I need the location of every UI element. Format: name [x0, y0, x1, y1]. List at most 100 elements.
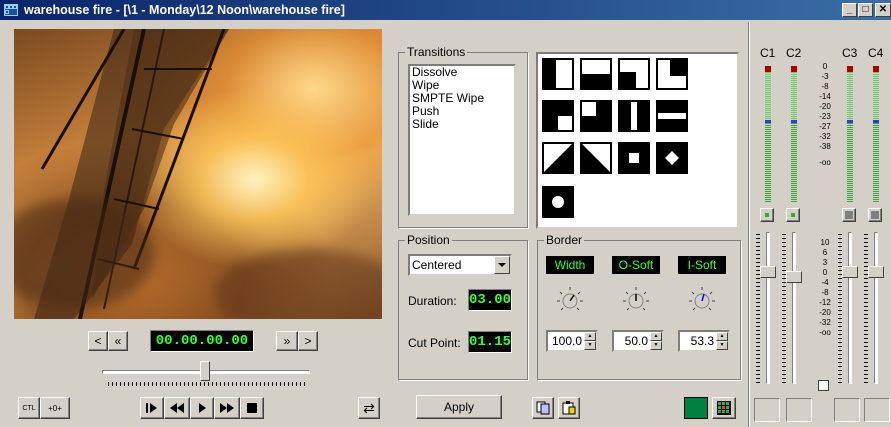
timecode-display: 00.00.00.00	[150, 330, 254, 352]
transition-item-slide[interactable]: Slide	[410, 118, 514, 131]
duration-label: Duration:	[408, 294, 457, 308]
width-spinner[interactable]: 100.0 ▲ ▼	[546, 330, 598, 352]
paste-clip-button[interactable]	[558, 397, 580, 419]
fader-track-c2[interactable]	[792, 232, 796, 384]
ctl-button[interactable]: CTL	[18, 397, 40, 419]
grid-button[interactable]	[712, 397, 736, 419]
fader-c1[interactable]	[760, 266, 776, 278]
rewind-button[interactable]	[164, 397, 190, 419]
channel-c1-label: C1	[760, 46, 776, 60]
channel-c3-slot[interactable]	[834, 398, 860, 422]
isoft-up-icon[interactable]: ▲	[716, 332, 728, 341]
wipe-box-icon[interactable]	[618, 142, 650, 174]
video-preview	[14, 29, 382, 319]
fader-c2[interactable]	[786, 271, 802, 283]
cut-point-label: Cut Point:	[408, 336, 461, 350]
play-icon	[199, 403, 206, 413]
channel-c3-label: C3	[842, 46, 858, 60]
chevron-down-icon[interactable]	[494, 256, 510, 274]
fader-scale-tick: -12	[819, 298, 831, 307]
step-forward-button[interactable]: >	[298, 331, 318, 351]
isoft-knob[interactable]	[688, 286, 716, 314]
cut-point-value[interactable]: 01.15	[468, 331, 512, 353]
fader-c3[interactable]	[842, 266, 858, 278]
wipe-left-half-icon[interactable]	[542, 58, 574, 90]
channel-c2-slot[interactable]	[786, 398, 812, 422]
channel-c4-slot[interactable]	[864, 398, 890, 422]
step-back-button[interactable]: <	[88, 331, 108, 351]
play-from-start-button[interactable]	[140, 397, 164, 419]
wipe-diagonal-bottom-left-icon[interactable]	[542, 142, 574, 174]
osoft-value: 50.0	[624, 334, 648, 348]
width-knob[interactable]	[556, 286, 584, 314]
meter-scale-tick: 0	[822, 62, 828, 71]
meter-scale: 0 -3 -8 -14 -20 -23 -27 -32 -38 -oo	[816, 62, 834, 168]
wipe-diamond-icon[interactable]	[656, 142, 688, 174]
wipe-top-right-corner-icon[interactable]	[656, 58, 688, 90]
osoft-knob[interactable]	[622, 286, 650, 314]
meter-scale-tick: -32	[819, 132, 831, 141]
channel-c2-select[interactable]	[786, 208, 800, 222]
fader-scale-tick: -8	[821, 288, 829, 297]
wipe-pattern-grid	[536, 52, 739, 229]
rewind-start-button[interactable]: «	[108, 331, 128, 351]
osoft-down-icon[interactable]: ▼	[650, 341, 662, 350]
border-group-label: Border	[544, 233, 585, 247]
loop-button[interactable]: ⇄	[358, 397, 380, 419]
channel-c3-select[interactable]	[842, 208, 856, 222]
wipe-horizontal-split-icon[interactable]	[656, 100, 688, 132]
close-button[interactable]: ✕	[875, 3, 891, 17]
osoft-up-icon[interactable]: ▲	[650, 332, 662, 341]
fader-track-c4[interactable]	[874, 232, 878, 384]
scrubber-thumb[interactable]	[200, 361, 210, 381]
apply-button[interactable]: Apply	[416, 395, 502, 419]
channel-c1-select[interactable]	[760, 208, 774, 222]
width-down-icon[interactable]: ▼	[584, 341, 596, 350]
fader-ticks-c3	[838, 234, 842, 384]
wipe-diagonal-bottom-right-icon[interactable]	[580, 142, 612, 174]
channel-c4-select[interactable]	[868, 208, 882, 222]
width-up-icon[interactable]: ▲	[584, 332, 596, 341]
fader-track-c3[interactable]	[848, 232, 852, 384]
fader-scale-tick: 0	[822, 268, 828, 277]
wipe-top-left-corner-icon[interactable]	[542, 100, 574, 132]
stop-button[interactable]	[240, 397, 264, 419]
transitions-list[interactable]: Dissolve Wipe SMPTE Wipe Push Slide	[408, 64, 516, 216]
wipe-bottom-right-corner-icon[interactable]	[580, 100, 612, 132]
fader-c4[interactable]	[868, 266, 884, 278]
window-title: warehouse fire - [\1 - Monday\12 Noon\wa…	[24, 3, 345, 17]
play-button[interactable]	[190, 397, 214, 419]
channel-c2-label: C2	[786, 46, 802, 60]
isoft-label: I-Soft	[678, 256, 726, 274]
app-icon	[4, 4, 18, 16]
isoft-down-icon[interactable]: ▼	[716, 341, 728, 350]
fader-ticks-c1	[756, 234, 760, 384]
isoft-value: 53.3	[690, 334, 714, 348]
wipe-vertical-split-icon[interactable]	[618, 100, 650, 132]
fast-forward-button[interactable]	[214, 397, 240, 419]
meter-scale-tick: -oo	[819, 158, 831, 167]
position-dropdown[interactable]: Centered	[408, 254, 512, 276]
zero-button[interactable]: +0+	[40, 397, 70, 419]
osoft-spinner[interactable]: 50.0 ▲ ▼	[612, 330, 664, 352]
link-checkbox[interactable]	[818, 380, 829, 391]
fader-scale-tick: 10	[820, 238, 830, 247]
isoft-spinner[interactable]: 53.3 ▲ ▼	[678, 330, 730, 352]
rewind-icon	[170, 403, 184, 413]
maximize-button[interactable]: □	[858, 3, 873, 17]
duration-value[interactable]: 03.00	[468, 289, 512, 311]
mixer-divider	[748, 22, 749, 427]
wipe-circle-icon[interactable]	[542, 186, 574, 218]
fast-forward-icon	[220, 403, 234, 413]
green-indicator[interactable]	[684, 397, 708, 419]
fast-forward-end-button[interactable]: »	[276, 331, 298, 351]
title-bar[interactable]: warehouse fire - [\1 - Monday\12 Noon\wa…	[0, 0, 891, 20]
minimize-button[interactable]: _	[842, 3, 857, 17]
fader-ticks-c2	[782, 234, 786, 384]
fader-track-c1[interactable]	[766, 232, 770, 384]
channel-c1-slot[interactable]	[754, 398, 780, 422]
wipe-bottom-half-icon[interactable]	[580, 58, 612, 90]
copy-clip-button[interactable]	[532, 397, 554, 419]
meter-scale-tick: -38	[819, 142, 831, 151]
wipe-bottom-left-corner-icon[interactable]	[618, 58, 650, 90]
